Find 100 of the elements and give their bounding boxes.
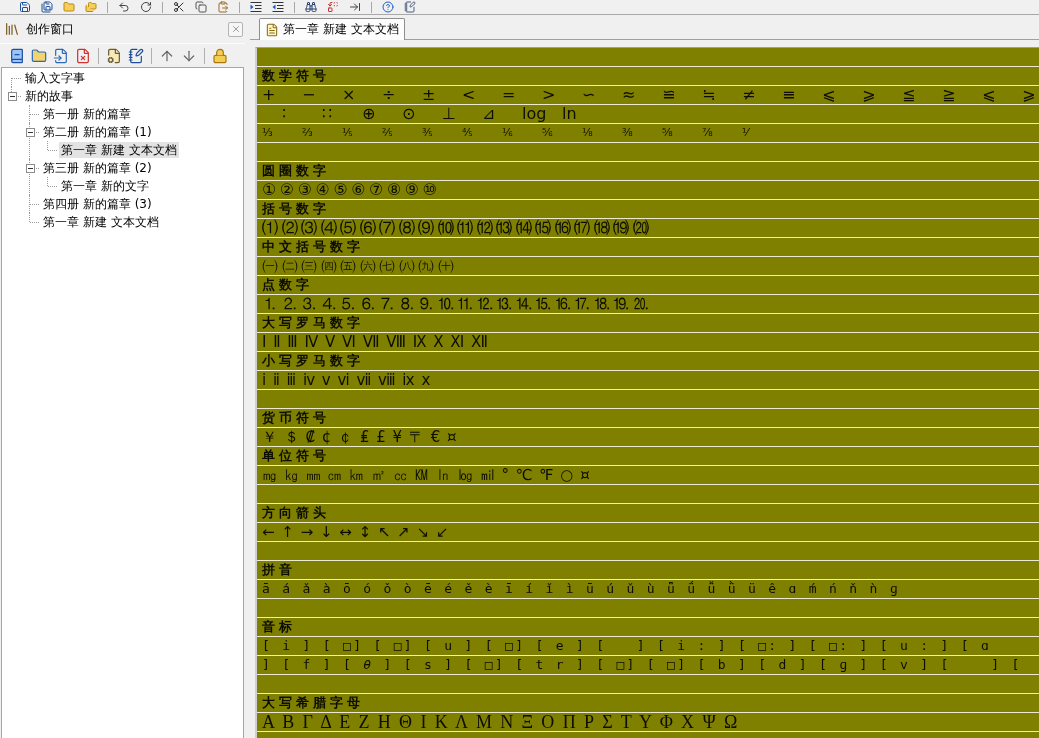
section-heading: 括号数字	[262, 200, 330, 218]
tree-item[interactable]: 第一章 新建 文本文档	[59, 142, 179, 158]
section-heading: 方向箭头	[262, 504, 330, 522]
symbol: ≦	[902, 86, 916, 104]
symbol-line: ㎎ ㎏ ㎜ ㎝ ㎞ ㎡ ㏄ ㏎ ㏑ ㏒ ㏕ ° ℃ ℉ ○ ¤	[262, 466, 591, 484]
file-settings-icon[interactable]	[106, 47, 122, 64]
symbol-line: ⑴⑵⑶⑷⑸⑹⑺⑻⑼⑽⑾⑿⒀⒁⒂⒃⒄⒅⒆⒇	[262, 219, 652, 237]
symbol: <	[462, 86, 476, 104]
minus-box-icon[interactable]	[25, 127, 35, 137]
tree-item[interactable]: 第三册 新的篇章 (2)	[41, 160, 154, 176]
section-heading: 点数字	[262, 276, 313, 294]
symbol: ⅓	[262, 125, 273, 141]
copy-icon[interactable]	[195, 1, 207, 13]
tree-item[interactable]: 第四册 新的篇章 (3)	[41, 196, 154, 212]
symbol: ⊕	[362, 105, 376, 123]
symbol: ⅕	[342, 125, 353, 141]
symbol-line: ①②③④⑤⑥⑦⑧⑨⑩	[262, 181, 441, 199]
folders-icon[interactable]	[85, 1, 97, 13]
close-icon	[230, 24, 241, 34]
symbol: ∶	[282, 105, 287, 123]
symbol: ⩽	[982, 86, 996, 104]
file-delete-icon[interactable]	[75, 47, 91, 64]
symbol-line: ⒈⒉⒊⒋⒌⒍⒎⒏⒐⒑⒒⒓⒔⒕⒖⒗⒘⒙⒚⒛	[262, 295, 652, 313]
panel-title: 创作窗口	[26, 20, 74, 38]
binoculars-icon[interactable]	[305, 1, 317, 13]
symbol: ⅔	[302, 125, 313, 141]
section-heading: 中文括号数字	[262, 238, 364, 256]
symbol: ≠	[742, 86, 756, 104]
book-plus-icon[interactable]	[9, 47, 25, 64]
symbol-line: ] [ f ] [ θ ] [ s ] [ □] [ t r ] [ □] [ □] [ b ] [ d ] [ ɡ ] [ v ] [ ] [	[262, 656, 1022, 674]
symbol: ∷	[322, 105, 333, 123]
symbol: ⅖	[382, 125, 393, 141]
section-heading: 拼音	[262, 561, 296, 579]
save-all-icon[interactable]	[41, 1, 53, 13]
folder-plus-icon[interactable]	[31, 47, 47, 64]
symbol: ≈	[622, 86, 636, 104]
tree-item[interactable]: 第二册 新的篇章 (1)	[41, 124, 154, 140]
symbol: ⅞	[702, 125, 713, 141]
symbol-line: ā á ǎ à ō ó ǒ ò ē é ě è ī í ǐ ì ū ú ǔ ù ǖ ǘ ǚ ǜ ü ê ɑ ḿ ń ň ǹ ɡ	[262, 580, 900, 598]
books-icon	[4, 21, 20, 37]
symbol: ÷	[382, 86, 396, 104]
symbol: ⅟	[742, 125, 749, 141]
section-heading: 小写罗马数字	[262, 352, 364, 370]
arrow-to-line-icon[interactable]	[349, 1, 361, 13]
help-icon[interactable]	[382, 1, 394, 13]
paste-icon[interactable]	[217, 1, 229, 13]
tree-item[interactable]: 第一章 新建 文本文档	[41, 214, 161, 230]
editor-area[interactable]	[255, 47, 1039, 738]
section-heading: 货币符号	[262, 409, 330, 427]
symbol: ⅛	[582, 125, 593, 141]
section-heading: 数学符号	[262, 67, 330, 85]
outdent-icon[interactable]	[272, 1, 284, 13]
symbol: ⅚	[542, 125, 553, 141]
symbol: ⅙	[502, 125, 513, 141]
save-icon[interactable]	[19, 1, 31, 13]
symbol: ⩾	[862, 86, 876, 104]
symbol: ×	[342, 86, 356, 104]
tree-item[interactable]: 新的故事	[23, 88, 75, 104]
notebook-pen-icon[interactable]	[128, 47, 144, 64]
symbol: >	[542, 86, 556, 104]
symbol: =	[502, 86, 516, 104]
symbol: ⅝	[662, 125, 673, 141]
symbol: ⅘	[462, 125, 473, 141]
symbol: ≡	[782, 86, 796, 104]
symbol-line: ㈠㈡㈢㈣㈤㈥㈦㈧㈨㈩	[262, 257, 457, 275]
symbol-line: Α Β Γ Δ Ε Ζ Η Θ Ι Κ Λ Μ Ν Ξ Ο Π Ρ Σ Τ Υ Φ Χ Ψ Ω	[262, 713, 740, 731]
document-icon	[265, 22, 279, 37]
symbol: ≒	[702, 86, 716, 104]
symbol-line: [ i ] [ □] [ □] [ u ] [ □] [ e ] [ ] [ i : ] [ □: ] [ □: ] [ u : ] [ ɑ	[262, 637, 992, 655]
symbol: ⊙	[402, 105, 416, 123]
symbol-line: ⅰ ⅱ ⅲ ⅳ ⅴ ⅵ ⅶ ⅷ ⅸ ⅹ	[262, 371, 432, 389]
indent-icon[interactable]	[250, 1, 262, 13]
tree-item[interactable]: 第一册 新的篇章	[41, 106, 133, 122]
symbol: ⩾	[1022, 86, 1036, 104]
minus-box-icon[interactable]	[25, 163, 35, 173]
file-arrow-icon[interactable]	[53, 47, 69, 64]
symbol-line: Ⅰ Ⅱ Ⅲ Ⅳ Ⅴ Ⅵ Ⅶ Ⅷ Ⅸ Ⅹ Ⅺ Ⅻ	[262, 333, 490, 351]
lock-icon[interactable]	[212, 47, 228, 64]
symbol: ±	[422, 86, 436, 104]
cut-icon[interactable]	[173, 1, 185, 13]
section-heading: 大写罗马数字	[262, 314, 364, 332]
symbol: −	[302, 86, 316, 104]
symbol: ≌	[662, 86, 676, 104]
section-heading: 单位符号	[262, 447, 330, 465]
section-heading: 圆圈数字	[262, 162, 330, 180]
tree-item[interactable]: 第一章 新的文字	[59, 178, 151, 194]
minus-box-icon[interactable]	[7, 91, 17, 101]
replace-icon[interactable]	[327, 1, 339, 13]
tree-item[interactable]: 输入文字事	[23, 70, 87, 86]
symbol: ln	[562, 105, 577, 123]
symbol: ∽	[582, 86, 596, 104]
undo-icon[interactable]	[118, 1, 130, 13]
notebook-pen-icon[interactable]	[404, 1, 416, 13]
symbol: ⊥	[442, 105, 456, 123]
section-heading: 音标	[262, 618, 296, 636]
redo-icon[interactable]	[140, 1, 152, 13]
symbol: ≧	[942, 86, 956, 104]
document-tab[interactable]: 第一章 新建 文本文档	[259, 18, 405, 40]
symbol-line: ￥ ＄ ₡ ¢ ￠ ₤ £ ¥ 〒 € ¤	[262, 428, 458, 446]
symbol: log	[522, 105, 547, 123]
